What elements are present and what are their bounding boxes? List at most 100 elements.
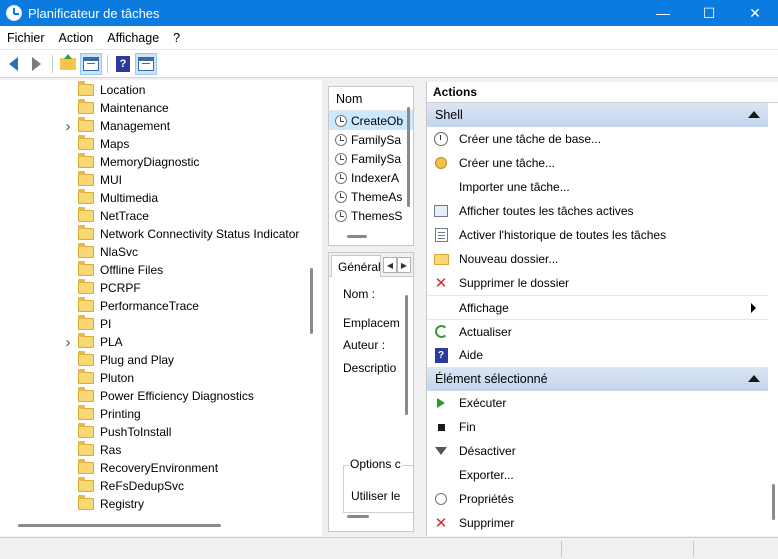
collapse-icon[interactable] bbox=[748, 111, 760, 118]
action-item[interactable]: Activer l'historique de toutes les tâche… bbox=[427, 223, 768, 247]
folder-icon bbox=[78, 423, 94, 438]
tree-item[interactable]: Printing bbox=[0, 405, 302, 423]
show-hide-console-tree-button[interactable] bbox=[80, 52, 102, 75]
tree-horizontal-scrollbar[interactable] bbox=[0, 518, 302, 534]
task-row[interactable]: FamilySa bbox=[329, 149, 413, 168]
history-icon bbox=[434, 228, 448, 242]
forward-button[interactable] bbox=[25, 53, 47, 75]
scrollbar-thumb[interactable] bbox=[310, 268, 313, 334]
tree-item[interactable]: NlaSvc bbox=[0, 243, 302, 261]
tree-item-label: Maps bbox=[100, 137, 130, 151]
tree-item[interactable]: Plug and Play bbox=[0, 351, 302, 369]
menu-view[interactable]: Affichage bbox=[100, 31, 166, 45]
folder-icon bbox=[78, 279, 94, 294]
task-row[interactable]: FamilySa bbox=[329, 130, 413, 149]
action-item[interactable]: Propriétés bbox=[427, 487, 768, 511]
selected-item-section-header[interactable]: Élément sélectionné bbox=[427, 367, 768, 391]
action-item[interactable]: Afficher toutes les tâches actives bbox=[427, 199, 768, 223]
actions-header: Actions bbox=[427, 82, 778, 103]
tree-item[interactable]: Maintenance bbox=[0, 99, 302, 117]
expand-chevron-icon[interactable]: › bbox=[62, 334, 74, 351]
action-item[interactable]: Importer une tâche... bbox=[427, 175, 768, 199]
tab-general[interactable]: Général bbox=[331, 255, 381, 277]
disable-icon-wrapper bbox=[433, 443, 449, 459]
tree-vertical-scrollbar[interactable] bbox=[304, 80, 320, 516]
create-task-icon bbox=[435, 157, 447, 169]
action-item[interactable]: Exporter... bbox=[427, 463, 768, 487]
help-button[interactable]: ? bbox=[112, 53, 134, 75]
action-label: Nouveau dossier... bbox=[459, 252, 559, 266]
tree-item[interactable]: MemoryDiagnostic bbox=[0, 153, 302, 171]
task-row[interactable]: CreateOb bbox=[329, 111, 413, 130]
action-item[interactable]: Désactiver bbox=[427, 439, 768, 463]
tree-item[interactable]: Network Connectivity Status Indicator bbox=[0, 225, 302, 243]
folder-icon bbox=[78, 171, 94, 186]
tree-item[interactable]: Pluton bbox=[0, 369, 302, 387]
tree-item[interactable]: Maps bbox=[0, 135, 302, 153]
action-item[interactable]: ✕ Supprimer bbox=[427, 511, 768, 535]
tree-item[interactable]: Registry bbox=[0, 495, 302, 513]
location-label: Emplacem bbox=[343, 316, 400, 330]
active-tasks-icon-wrapper bbox=[433, 203, 449, 219]
menu-bar: Fichier Action Affichage ? bbox=[0, 26, 778, 50]
menu-help[interactable]: ? bbox=[166, 31, 187, 45]
tree-item[interactable]: › PLA bbox=[0, 333, 302, 351]
show-hide-console-tree-icon bbox=[83, 56, 99, 71]
shell-section-header[interactable]: Shell bbox=[427, 103, 768, 127]
scrollbar-thumb[interactable] bbox=[18, 524, 221, 527]
tree-item[interactable]: RecoveryEnvironment bbox=[0, 459, 302, 477]
tree-item[interactable]: › Management bbox=[0, 117, 302, 135]
help-icon: ? bbox=[116, 55, 130, 72]
tab-scroll-left-button[interactable]: ◀ bbox=[383, 257, 397, 273]
tree-item[interactable]: MUI bbox=[0, 171, 302, 189]
task-list-vertical-scrollbar[interactable] bbox=[407, 107, 410, 207]
refresh-icon-wrapper bbox=[433, 324, 449, 340]
task-row[interactable]: IndexerA bbox=[329, 168, 413, 187]
folder-icon bbox=[78, 243, 94, 258]
action-item[interactable]: Fin bbox=[427, 415, 768, 439]
column-header-name[interactable]: Nom bbox=[329, 87, 413, 111]
action-item[interactable]: Créer une tâche de base... bbox=[427, 127, 768, 151]
folder-icon bbox=[78, 99, 94, 114]
action-item[interactable]: Nouveau dossier... bbox=[427, 247, 768, 271]
action-item[interactable]: ✕ Supprimer le dossier bbox=[427, 271, 768, 295]
back-button[interactable] bbox=[2, 53, 24, 75]
close-button[interactable]: ✕ bbox=[732, 0, 778, 26]
details-horizontal-scrollbar[interactable] bbox=[347, 515, 369, 518]
action-item[interactable]: ? Aide bbox=[427, 343, 768, 367]
action-item[interactable]: Actualiser bbox=[427, 319, 768, 343]
expand-chevron-icon[interactable]: › bbox=[62, 118, 74, 135]
minimize-button[interactable]: — bbox=[640, 0, 686, 26]
action-item[interactable]: Affichage bbox=[427, 295, 768, 319]
tree-item[interactable]: Location bbox=[0, 81, 302, 99]
tree-item[interactable]: Power Efficiency Diagnostics bbox=[0, 387, 302, 405]
action-label: Exporter... bbox=[459, 468, 514, 482]
collapse-icon[interactable] bbox=[748, 375, 760, 382]
task-row[interactable]: ThemesS bbox=[329, 206, 413, 225]
tree-item[interactable]: PCRPF bbox=[0, 279, 302, 297]
menu-file[interactable]: Fichier bbox=[0, 31, 52, 45]
action-item[interactable]: Exécuter bbox=[427, 391, 768, 415]
actions-vertical-scrollbar[interactable] bbox=[768, 104, 778, 536]
tab-scroll-right-button[interactable]: ▶ bbox=[397, 257, 411, 273]
tree-item[interactable]: Ras bbox=[0, 441, 302, 459]
tree-item[interactable]: Multimedia bbox=[0, 189, 302, 207]
task-list-pane: Nom CreateOb FamilySa FamilySa IndexerA Them… bbox=[328, 86, 414, 246]
up-one-level-button[interactable] bbox=[57, 53, 79, 75]
tree-item[interactable]: PushToInstall bbox=[0, 423, 302, 441]
tree-item[interactable]: PI bbox=[0, 315, 302, 333]
tree-item[interactable]: Offline Files bbox=[0, 261, 302, 279]
details-vertical-scrollbar[interactable] bbox=[405, 295, 408, 415]
folder-icon bbox=[78, 495, 94, 510]
task-list-horizontal-scrollbar[interactable] bbox=[347, 235, 367, 238]
tree-item[interactable]: NetTrace bbox=[0, 207, 302, 225]
task-row[interactable]: ThemeAs bbox=[329, 187, 413, 206]
scrollbar-thumb[interactable] bbox=[772, 484, 775, 520]
menu-action[interactable]: Action bbox=[52, 31, 101, 45]
folder-icon bbox=[78, 207, 94, 222]
tree-item[interactable]: ReFsDedupSvc bbox=[0, 477, 302, 495]
tree-item[interactable]: PerformanceTrace bbox=[0, 297, 302, 315]
show-hide-action-pane-button[interactable] bbox=[135, 52, 157, 75]
maximize-button[interactable]: ☐ bbox=[686, 0, 732, 26]
action-item[interactable]: Créer une tâche... bbox=[427, 151, 768, 175]
